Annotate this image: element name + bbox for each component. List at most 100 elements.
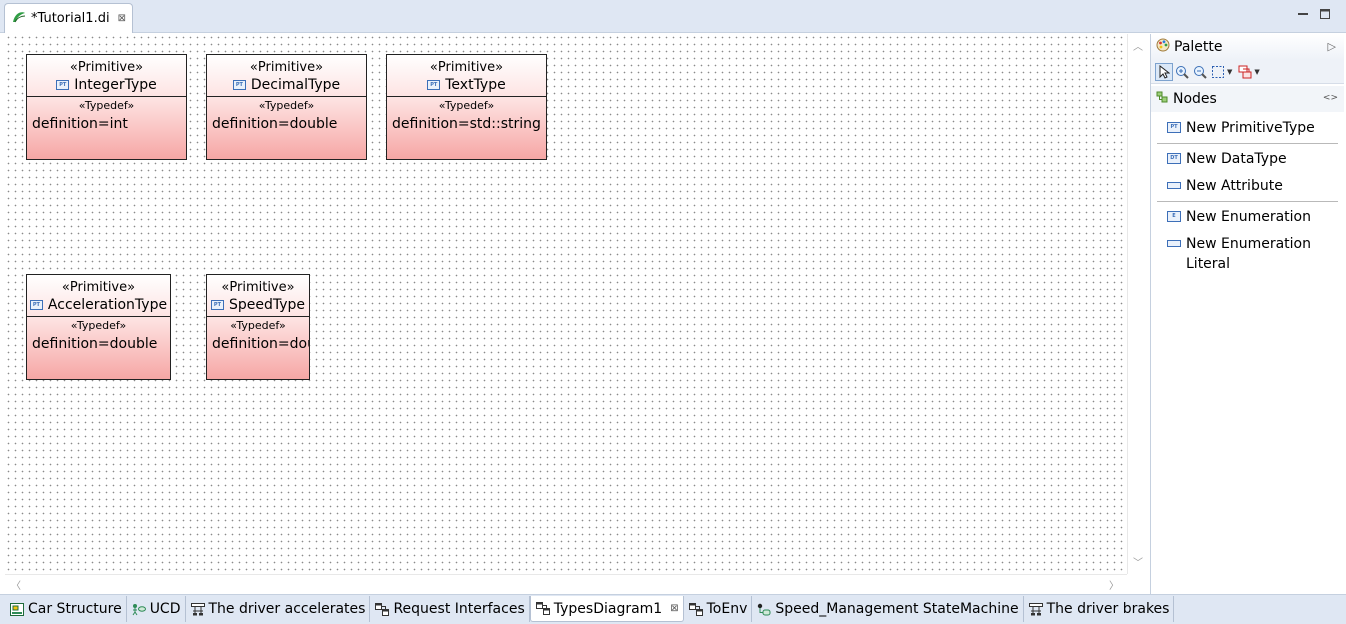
enumeration-literal-icon (1167, 240, 1181, 247)
palette-panel: Palette ▷ ▼ ▼ Nodes <> PT New PrimitiveT… (1150, 34, 1344, 594)
palette-item-new-enumeration[interactable]: E New Enumeration (1151, 207, 1344, 227)
primitive-type-icon: PT (29, 300, 43, 310)
enumeration-icon: E (1167, 211, 1181, 222)
pin-drawer-icon[interactable]: <> (1323, 93, 1338, 103)
connection-dropdown-icon[interactable]: ▼ (1254, 68, 1259, 76)
tab-the-driver-brakes[interactable]: The driver brakes (1024, 596, 1175, 622)
palette-toolbar: ▼ ▼ (1151, 60, 1344, 84)
marquee-tool-icon[interactable] (1209, 63, 1227, 81)
tab-label: Car Structure (28, 601, 122, 617)
primitive-type-icon: PT (1167, 122, 1181, 133)
tab-toenv[interactable]: ToEnv (684, 596, 753, 622)
maximize-icon[interactable] (1318, 7, 1332, 21)
palette-item-new-enumeration-literal[interactable]: New Enumeration Literal (1151, 234, 1311, 274)
node-name: AccelerationType (47, 297, 168, 313)
definition-attribute[interactable]: definition=std::string (387, 116, 546, 132)
palette-item-label: New Attribute (1186, 178, 1283, 194)
tab-label: The driver accelerates (208, 601, 366, 617)
node-name: TextType (445, 77, 506, 93)
stereotype-label: «Primitive» (429, 60, 504, 75)
usecase-diagram-icon (132, 603, 146, 616)
tab-request-interfaces[interactable]: Request Interfaces (370, 596, 530, 622)
connection-tool-icon[interactable] (1236, 63, 1254, 81)
vertical-scrollbar[interactable]: ︿ ﹀ (1127, 34, 1148, 574)
primitive-node-integertype[interactable]: «Primitive» PT IntegerType «Typedef» defi… (26, 54, 187, 160)
editor-tab-label: *Tutorial1.di (31, 11, 110, 26)
statemachine-diagram-icon (757, 603, 771, 616)
papyrus-icon (11, 10, 27, 28)
tab-label: Speed_Management StateMachine (775, 601, 1019, 617)
close-icon[interactable]: ⊠ (670, 603, 678, 614)
typedef-stereotype: «Typedef» (78, 99, 135, 112)
stereotype-label: «Primitive» (249, 60, 324, 75)
scroll-right-icon[interactable]: 〉 (1109, 577, 1119, 592)
primitive-type-icon: PT (232, 80, 246, 90)
zoom-in-icon[interactable] (1173, 63, 1191, 81)
nodes-drawer-icon (1156, 91, 1168, 107)
palette-item-label: New DataType (1186, 151, 1287, 167)
palette-icon (1156, 38, 1170, 56)
palette-header[interactable]: Palette ▷ (1151, 34, 1344, 60)
close-icon[interactable]: ⊠ (118, 13, 126, 24)
stereotype-label: «Primitive» (61, 280, 136, 295)
primitive-node-decimaltype[interactable]: «Primitive» PT DecimalType «Typedef» defi… (206, 54, 367, 160)
palette-item-label: New Enumeration Literal (1186, 236, 1311, 272)
editor-tab-bar: *Tutorial1.di ⊠ (0, 0, 1346, 33)
tab-label: TypesDiagram1 (553, 600, 663, 617)
class-diagram-icon (688, 602, 703, 616)
scroll-left-icon[interactable]: 〈 (11, 577, 21, 592)
palette-title: Palette (1174, 39, 1223, 55)
palette-item-new-attribute[interactable]: New Attribute (1151, 176, 1344, 196)
horizontal-scrollbar[interactable]: 〈 〉 (5, 574, 1127, 593)
definition-attribute[interactable]: definition=int (27, 116, 186, 132)
tab-car-structure[interactable]: Car Structure (5, 596, 127, 622)
primitive-node-speedtype[interactable]: «Primitive» PT SpeedType «Typedef» defini… (206, 274, 310, 380)
scroll-up-icon[interactable]: ︿ (1133, 38, 1143, 53)
tab-label: ToEnv (706, 601, 748, 617)
activity-diagram-icon (1028, 602, 1043, 616)
datatype-icon: DT (1167, 153, 1181, 164)
collapse-palette-icon[interactable]: ▷ (1328, 40, 1336, 53)
editor-tab-tutorial1[interactable]: *Tutorial1.di ⊠ (4, 3, 133, 33)
palette-item-new-primitivetype[interactable]: PT New PrimitiveType (1151, 118, 1344, 138)
primitive-node-texttype[interactable]: «Primitive» PT TextType «Typedef» definit… (386, 54, 547, 160)
palette-item-label: New PrimitiveType (1186, 120, 1315, 136)
diagram-tabs: Car Structure UCD The driver accelerates… (0, 594, 1346, 624)
tab-ucd[interactable]: UCD (127, 596, 186, 622)
tab-label: Request Interfaces (393, 601, 525, 617)
palette-drawer-nodes[interactable]: Nodes <> (1151, 86, 1344, 112)
drawer-label: Nodes (1173, 91, 1217, 107)
definition-attribute[interactable]: definition=double (27, 336, 170, 352)
tab-label: The driver brakes (1046, 601, 1170, 617)
primitive-node-accelerationtype[interactable]: «Primitive» PT AccelerationType «Typedef»… (26, 274, 171, 380)
tab-the-driver-accelerates[interactable]: The driver accelerates (186, 596, 371, 622)
composite-diagram-icon (10, 602, 24, 616)
diagram-canvas[interactable]: «Primitive» PT IntegerType «Typedef» defi… (5, 34, 1127, 574)
scroll-down-icon[interactable]: ﹀ (1133, 554, 1143, 569)
marquee-dropdown-icon[interactable]: ▼ (1227, 68, 1232, 76)
stereotype-label: «Primitive» (221, 280, 295, 295)
palette-item-label: New Enumeration (1186, 209, 1311, 225)
node-name: SpeedType (228, 297, 306, 313)
primitive-type-icon: PT (56, 80, 70, 90)
select-tool-icon[interactable] (1155, 62, 1173, 81)
tab-label: UCD (149, 601, 181, 617)
typedef-stereotype: «Typedef» (230, 319, 286, 332)
zoom-out-icon[interactable] (1191, 63, 1209, 81)
attribute-icon (1167, 182, 1181, 189)
primitive-type-icon: PT (427, 80, 441, 90)
activity-diagram-icon (190, 602, 205, 616)
typedef-stereotype: «Typedef» (438, 99, 495, 112)
minimize-icon[interactable] (1296, 7, 1310, 21)
definition-attribute[interactable]: definition=double (207, 336, 309, 352)
node-name: IntegerType (74, 77, 157, 93)
stereotype-label: «Primitive» (69, 60, 144, 75)
tab-typesdiagram1[interactable]: TypesDiagram1 ⊠ (529, 596, 684, 622)
class-diagram-icon (535, 602, 550, 615)
palette-item-new-datatype[interactable]: DT New DataType (1151, 149, 1344, 169)
class-diagram-icon (375, 602, 390, 616)
tab-speed-management-statemachine[interactable]: Speed_Management StateMachine (752, 596, 1024, 622)
typedef-stereotype: «Typedef» (258, 99, 315, 112)
definition-attribute[interactable]: definition=double (207, 116, 366, 132)
typedef-stereotype: «Typedef» (70, 319, 127, 332)
